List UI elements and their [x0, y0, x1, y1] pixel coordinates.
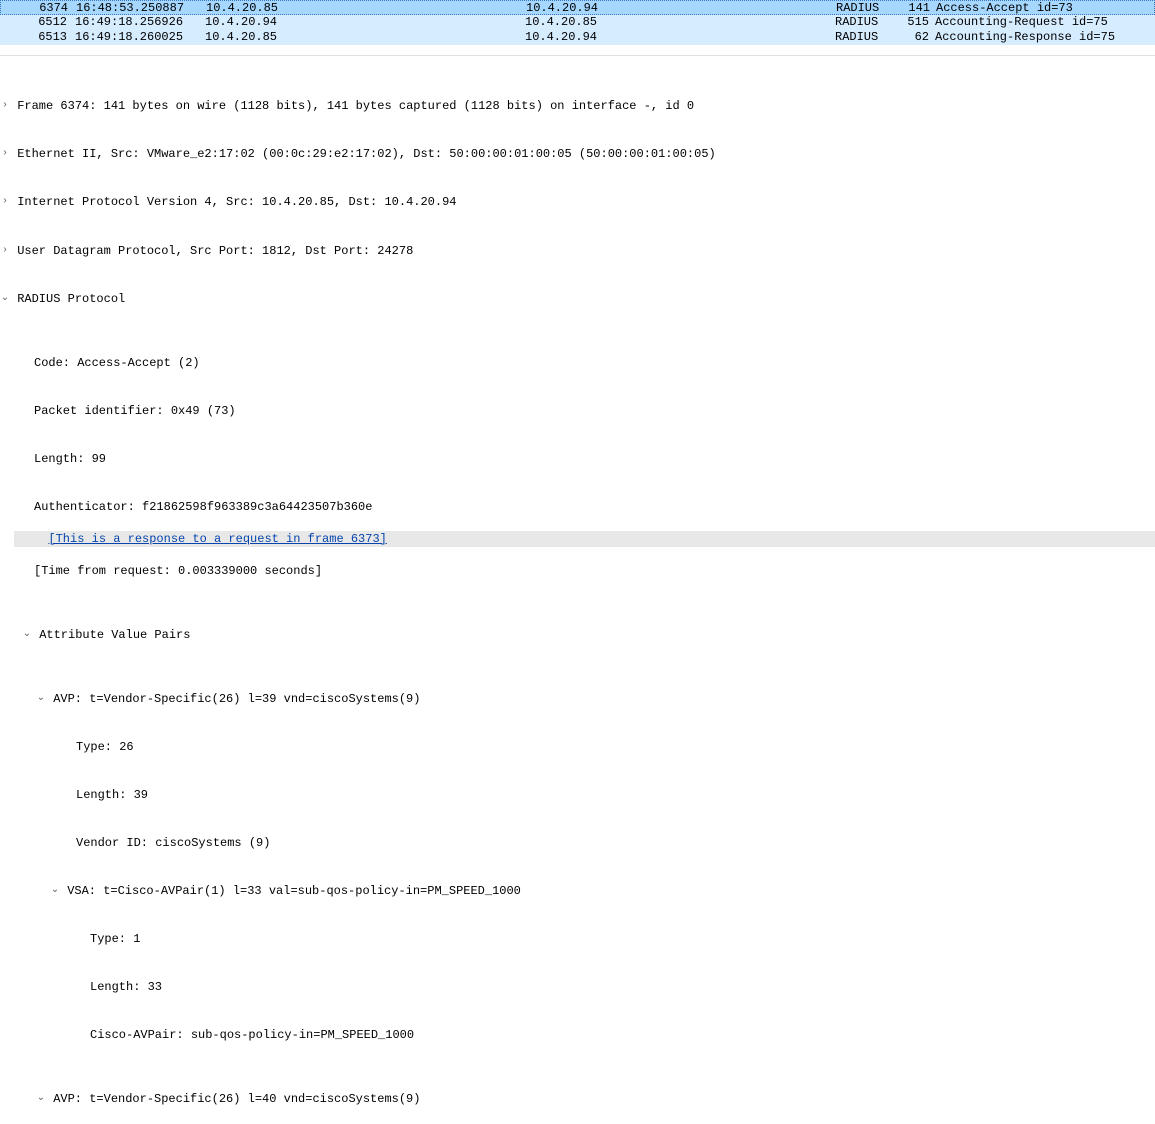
packet-row[interactable]: 6512 16:49:18.256926 10.4.20.94 10.4.20.… — [0, 15, 1155, 30]
avp1-vendor[interactable]: Vendor ID: ciscoSystems (9) — [0, 835, 1155, 851]
col-len: 515 — [895, 15, 935, 30]
col-time: 16:49:18.260025 — [75, 30, 205, 45]
col-dst: 10.4.20.85 — [525, 15, 835, 30]
col-time: 16:48:53.250887 — [76, 1, 206, 14]
tree-node-avp[interactable]: ⌄ Attribute Value Pairs — [0, 627, 1155, 643]
packet-row[interactable]: 6374 16:48:53.250887 10.4.20.85 10.4.20.… — [0, 0, 1155, 15]
response-link-text[interactable]: [This is a response to a request in fram… — [48, 532, 386, 546]
col-time: 16:49:18.256926 — [75, 15, 205, 30]
chevron-down-icon[interactable]: ⌄ — [36, 691, 46, 707]
radius-length[interactable]: Length: 99 — [0, 451, 1155, 467]
col-dst: 10.4.20.94 — [526, 1, 836, 14]
col-src: 10.4.20.85 — [206, 1, 526, 14]
avp2-header: AVP: t=Vendor-Specific(26) l=40 vnd=cisc… — [53, 1093, 420, 1107]
avp-header: Attribute Value Pairs — [39, 628, 190, 642]
packet-list: 6374 16:48:53.250887 10.4.20.85 10.4.20.… — [0, 0, 1155, 45]
col-no: 6512 — [30, 15, 75, 30]
col-len: 141 — [896, 1, 936, 14]
col-info: Accounting-Response id=75 — [935, 30, 1155, 45]
radius-summary: RADIUS Protocol — [17, 292, 125, 306]
chevron-down-icon[interactable]: ⌄ — [0, 291, 10, 307]
vsa1-pair[interactable]: Cisco-AVPair: sub-qos-policy-in=PM_SPEED… — [0, 1027, 1155, 1043]
ip-summary: Internet Protocol Version 4, Src: 10.4.2… — [17, 196, 456, 210]
tree-node-avp1[interactable]: ⌄ AVP: t=Vendor-Specific(26) l=39 vnd=ci… — [0, 691, 1155, 707]
avp1-header: AVP: t=Vendor-Specific(26) l=39 vnd=cisc… — [53, 692, 420, 706]
radius-authenticator[interactable]: Authenticator: f21862598f963389c3a644235… — [0, 499, 1155, 515]
tree-node-frame[interactable]: › Frame 6374: 141 bytes on wire (1128 bi… — [0, 98, 1155, 114]
vsa1-header: VSA: t=Cisco-AVPair(1) l=33 val=sub-qos-… — [67, 884, 521, 898]
tree-node-avp2[interactable]: ⌄ AVP: t=Vendor-Specific(26) l=40 vnd=ci… — [0, 1091, 1155, 1107]
tree-node-radius[interactable]: ⌄ RADIUS Protocol — [0, 291, 1155, 307]
col-proto: RADIUS — [835, 30, 895, 45]
radius-response-link[interactable]: [This is a response to a request in fram… — [14, 531, 1155, 547]
avp1-type[interactable]: Type: 26 — [0, 739, 1155, 755]
vsa1-len[interactable]: Length: 33 — [0, 979, 1155, 995]
col-no: 6513 — [30, 30, 75, 45]
radius-pktid[interactable]: Packet identifier: 0x49 (73) — [0, 403, 1155, 419]
col-proto: RADIUS — [836, 1, 896, 14]
eth-summary: Ethernet II, Src: VMware_e2:17:02 (00:0c… — [17, 147, 716, 161]
tree-node-vsa1[interactable]: ⌄ VSA: t=Cisco-AVPair(1) l=33 val=sub-qo… — [0, 883, 1155, 899]
col-no: 6374 — [31, 1, 76, 14]
col-len: 62 — [895, 30, 935, 45]
frame-summary: Frame 6374: 141 bytes on wire (1128 bits… — [17, 99, 694, 113]
udp-summary: User Datagram Protocol, Src Port: 1812, … — [17, 244, 413, 258]
chevron-right-icon[interactable]: › — [0, 146, 10, 162]
col-src: 10.4.20.94 — [205, 15, 525, 30]
tree-node-ip[interactable]: › Internet Protocol Version 4, Src: 10.4… — [0, 194, 1155, 210]
chevron-down-icon[interactable]: ⌄ — [36, 1091, 46, 1107]
chevron-right-icon[interactable]: › — [0, 194, 10, 210]
chevron-right-icon[interactable]: › — [0, 98, 10, 114]
packet-row[interactable]: 6513 16:49:18.260025 10.4.20.85 10.4.20.… — [0, 30, 1155, 45]
vsa1-type[interactable]: Type: 1 — [0, 931, 1155, 947]
chevron-right-icon[interactable]: › — [0, 243, 10, 259]
chevron-down-icon[interactable]: ⌄ — [22, 627, 32, 643]
col-proto: RADIUS — [835, 15, 895, 30]
tree-node-udp[interactable]: › User Datagram Protocol, Src Port: 1812… — [0, 243, 1155, 259]
radius-code[interactable]: Code: Access-Accept (2) — [0, 355, 1155, 371]
col-src: 10.4.20.85 — [205, 30, 525, 45]
col-info: Access-Accept id=73 — [936, 1, 1154, 14]
chevron-down-icon[interactable]: ⌄ — [50, 883, 60, 899]
tree-node-ethernet[interactable]: › Ethernet II, Src: VMware_e2:17:02 (00:… — [0, 146, 1155, 162]
col-dst: 10.4.20.94 — [525, 30, 835, 45]
packet-details: › Frame 6374: 141 bytes on wire (1128 bi… — [0, 62, 1155, 1124]
avp1-len[interactable]: Length: 39 — [0, 787, 1155, 803]
radius-time-from-request[interactable]: [Time from request: 0.003339000 seconds] — [0, 563, 1155, 579]
col-info: Accounting-Request id=75 — [935, 15, 1155, 30]
